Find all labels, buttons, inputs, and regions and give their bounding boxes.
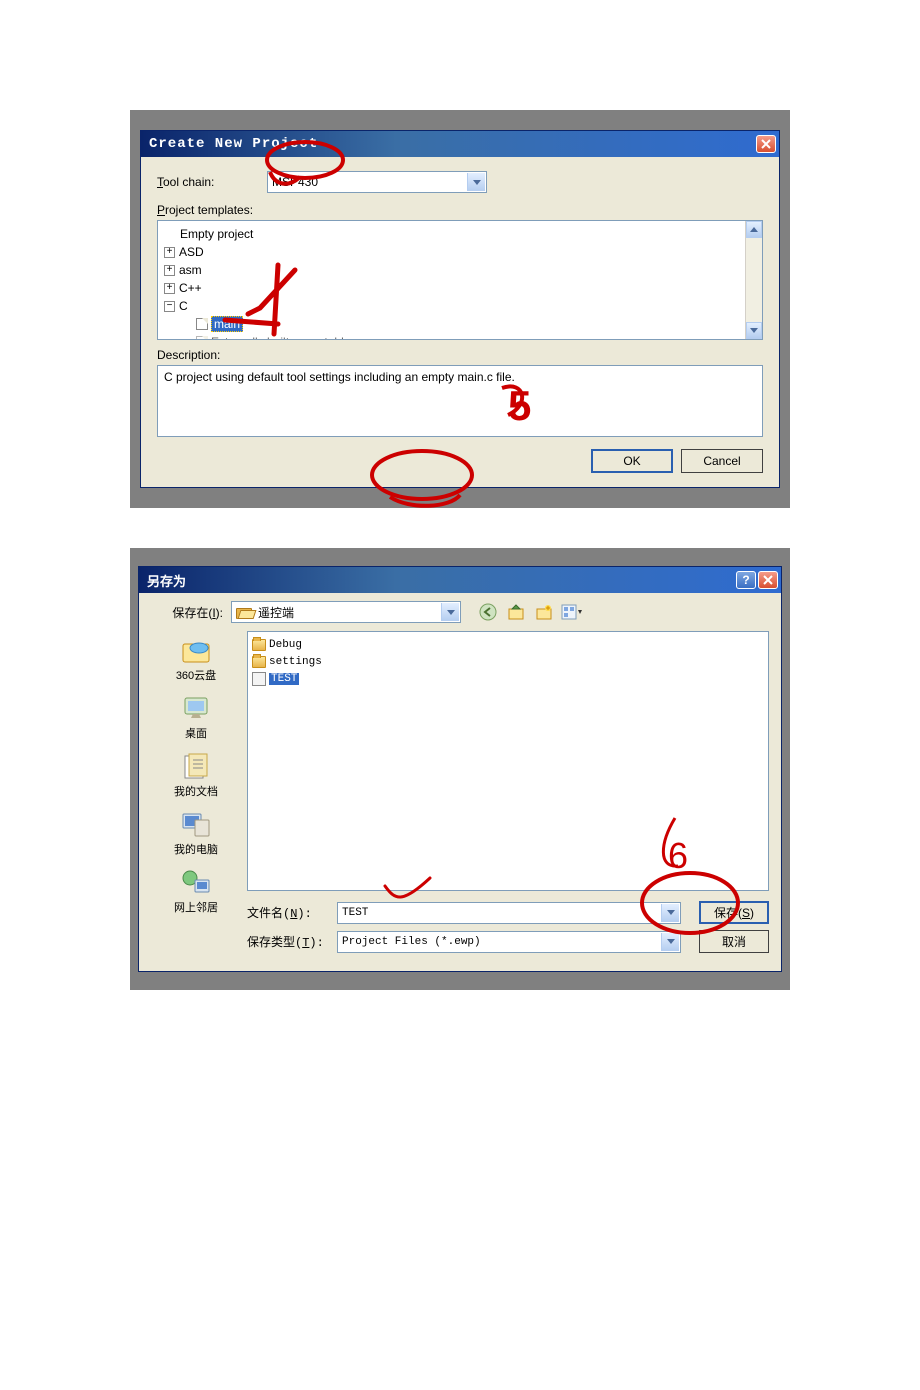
folder-icon (252, 639, 266, 651)
view-menu-button[interactable] (561, 601, 583, 623)
save-in-value: 遥控端 (258, 604, 294, 621)
save-in-select[interactable]: 遥控端 (231, 601, 461, 623)
expand-icon[interactable]: + (164, 247, 175, 258)
titlebar[interactable]: Create New Project (141, 131, 779, 157)
tree-item-empty[interactable]: Empty project (180, 227, 253, 241)
close-icon (761, 139, 771, 149)
computer-icon (179, 809, 213, 839)
file-icon (252, 672, 266, 686)
expand-icon[interactable]: + (164, 283, 175, 294)
collapse-icon[interactable]: − (164, 301, 175, 312)
save-as-dialog: 另存为 ? 保存在(I): 遥控端 (138, 566, 782, 972)
folder-open-icon (236, 605, 254, 619)
document-icon (196, 336, 208, 340)
save-in-label: 保存在(I): (151, 604, 231, 621)
place-network[interactable]: 网上邻居 (174, 867, 218, 915)
documents-icon (179, 751, 213, 781)
dialog-title: 另存为 (147, 571, 186, 590)
filetype-select[interactable]: Project Files (*.ewp) (337, 931, 681, 953)
cancel-button[interactable]: Cancel (681, 449, 763, 473)
file-list[interactable]: Debug settings TEST (247, 631, 769, 891)
list-item[interactable]: TEST (252, 670, 764, 687)
cloud-drive-icon (179, 635, 213, 665)
scroll-down-icon[interactable] (746, 322, 762, 339)
tree-item-asm[interactable]: asm (179, 263, 202, 277)
place-mydocs[interactable]: 我的文档 (174, 751, 218, 799)
description-text: C project using default tool settings in… (164, 370, 515, 384)
project-templates-label: Project templates: (157, 203, 253, 217)
toolchain-select[interactable]: MSP430 (267, 171, 487, 193)
list-item[interactable]: Debug (252, 636, 764, 653)
tree-item-cpp[interactable]: C++ (179, 281, 202, 295)
chevron-down-icon (661, 904, 679, 922)
cancel-button[interactable]: 取消 (699, 930, 769, 953)
description-box: C project using default tool settings in… (157, 365, 763, 437)
project-templates-tree[interactable]: Empty project + ASD + asm + C++ −C main Ext… (157, 220, 763, 340)
filename-input[interactable]: TEST (337, 902, 681, 924)
network-icon (179, 867, 213, 897)
tree-item-c[interactable]: C (179, 299, 188, 313)
help-button[interactable]: ? (736, 571, 756, 589)
desktop-icon (179, 693, 213, 723)
back-button[interactable] (477, 601, 499, 623)
list-item[interactable]: settings (252, 653, 764, 670)
description-label: Description: (157, 348, 763, 362)
filetype-label: 保存类型(T): (247, 933, 337, 950)
tree-item-asd[interactable]: ASD (179, 245, 204, 259)
new-folder-button[interactable] (533, 601, 555, 623)
scroll-up-icon[interactable] (746, 221, 762, 238)
toolchain-value: MSP430 (272, 175, 318, 189)
place-360cloud[interactable]: 360云盘 (176, 635, 216, 683)
chevron-down-icon (661, 933, 679, 951)
expand-icon[interactable]: + (164, 265, 175, 276)
toolchain-label: Tool chain: (157, 175, 267, 189)
close-button[interactable] (758, 571, 778, 589)
close-button[interactable] (756, 135, 776, 153)
dialog-title: Create New Project (149, 136, 318, 152)
filename-label: 文件名(N): (247, 904, 337, 921)
tree-item-main[interactable]: main (211, 316, 243, 332)
titlebar[interactable]: 另存为 ? (139, 567, 781, 593)
create-new-project-dialog: Create New Project Tool chain: MSP430 (140, 130, 780, 488)
chevron-down-icon (467, 173, 485, 191)
close-icon (763, 575, 773, 585)
folder-icon (252, 656, 266, 668)
tree-item-ext[interactable]: Externally built executable (211, 335, 350, 340)
save-button[interactable]: 保存(S) (699, 901, 769, 924)
document-icon (196, 318, 208, 330)
chevron-down-icon (441, 603, 459, 621)
place-mycomputer[interactable]: 我的电脑 (174, 809, 218, 857)
ok-button[interactable]: OK (591, 449, 673, 473)
scrollbar[interactable] (745, 221, 762, 339)
places-bar: 360云盘 桌面 我的文档 我的电脑 (151, 631, 241, 959)
up-one-level-button[interactable] (505, 601, 527, 623)
place-desktop[interactable]: 桌面 (179, 693, 213, 741)
